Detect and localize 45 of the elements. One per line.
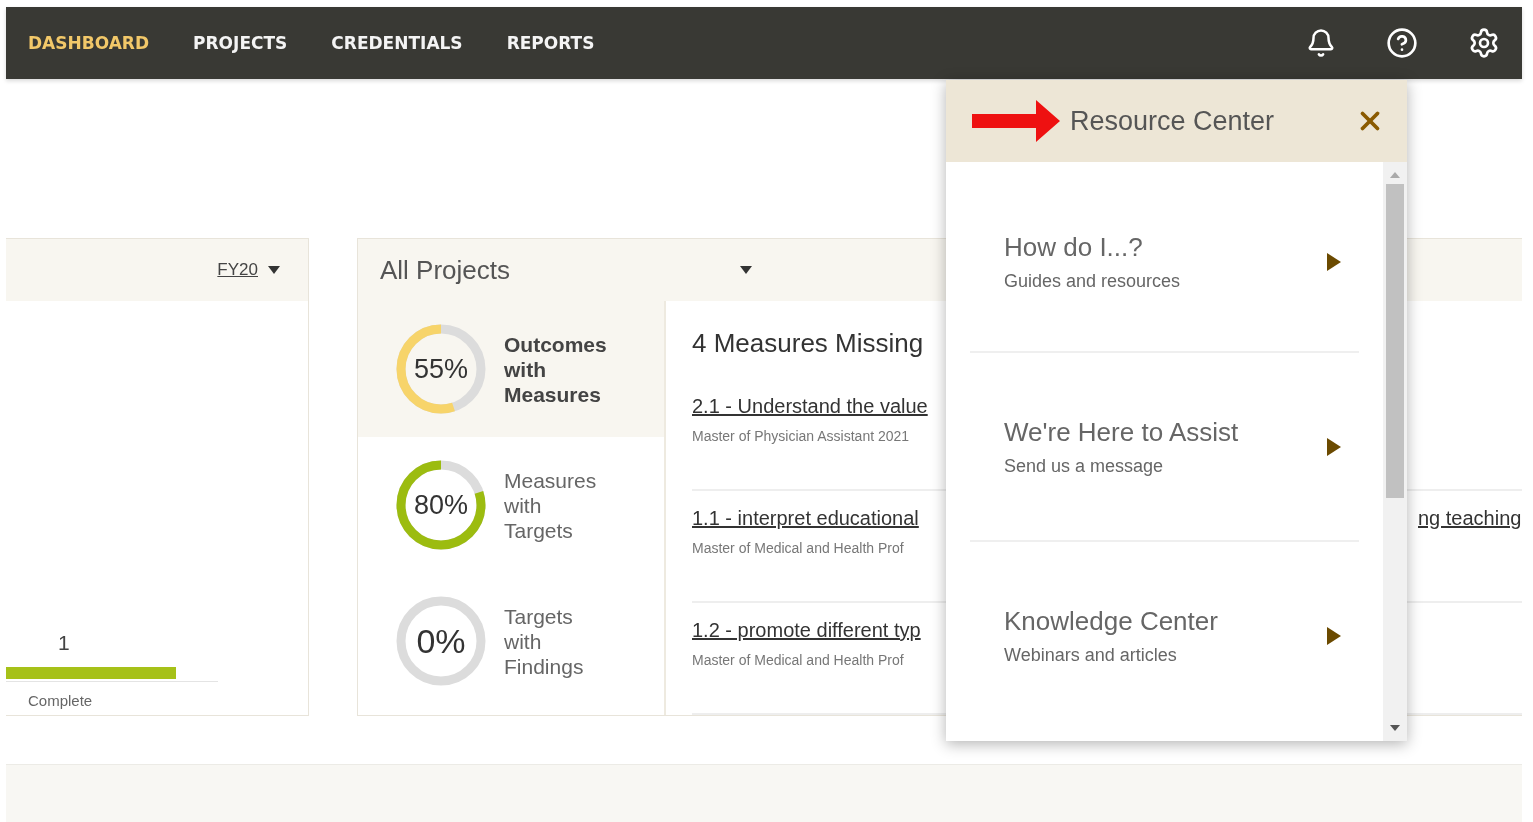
measure-link[interactable]: 1.1 - interpret educational (692, 507, 919, 530)
stat-label: Outcomes with Measures (504, 331, 608, 407)
item-title: How do I...? (1004, 231, 1144, 263)
caret-icon (740, 266, 752, 274)
missing-title: 4 Measures Missing (692, 326, 925, 360)
stat-row[interactable]: 55% Outcomes with Measures (358, 301, 664, 437)
program-name: Master of Medical and Health Prof (692, 652, 905, 668)
program-name: Master of Physician Assistant 2021 (692, 428, 911, 444)
percent-label: 0% (416, 624, 466, 658)
play-icon (1327, 626, 1341, 645)
measure-link[interactable]: ng teaching (1418, 507, 1522, 530)
scroll-down-icon[interactable] (1390, 725, 1400, 731)
item-subtitle: Webinars and articles (1004, 644, 1178, 666)
measure-link[interactable]: 2.1 - Understand the value (692, 395, 928, 418)
item-subtitle: Guides and resources (1004, 270, 1182, 292)
resource-item[interactable]: How do I...? Guides and resources (970, 162, 1359, 351)
measure-link[interactable]: 1.2 - promote different typ (692, 619, 921, 642)
resource-item[interactable]: Knowledge Center Webinars and articles (970, 540, 1359, 729)
play-icon (1327, 437, 1341, 456)
item-title: We're Here to Assist (1004, 416, 1240, 448)
caret-icon (268, 266, 280, 274)
nav-link[interactable]: CREDENTIALS (331, 33, 463, 53)
project-dropdown[interactable]: All Projects (380, 254, 740, 286)
settings-icon[interactable] (1468, 27, 1500, 59)
item-subtitle: Send us a message (1004, 455, 1165, 477)
resource-item[interactable]: We're Here to Assist Send us a message (970, 351, 1359, 540)
percent-label: 55% (414, 355, 468, 383)
percent-label: 80% (414, 491, 468, 519)
scrollbar[interactable] (1383, 162, 1407, 741)
nav-link[interactable]: DASHBOARD (28, 33, 150, 53)
stat-label: Measures with Targets (504, 467, 598, 543)
stat-label: Targets with Findings (504, 603, 585, 679)
nav-link[interactable]: REPORTS (506, 33, 595, 53)
progress-caption: Complete (28, 692, 94, 709)
scroll-thumb[interactable] (1386, 184, 1404, 498)
nav-link[interactable]: PROJECTS (193, 33, 288, 53)
help-icon[interactable] (1386, 27, 1418, 59)
program-name: Master of Medical and Health Prof (692, 540, 905, 556)
bell-icon[interactable] (1306, 28, 1336, 58)
arrow-icon (972, 100, 1060, 142)
play-icon (1327, 252, 1341, 271)
period-dropdown[interactable]: FY20 (211, 259, 286, 281)
item-title: Knowledge Center (1004, 605, 1219, 637)
panel-title: Resource Center (1070, 105, 1275, 137)
count-label: 1 (58, 631, 71, 655)
